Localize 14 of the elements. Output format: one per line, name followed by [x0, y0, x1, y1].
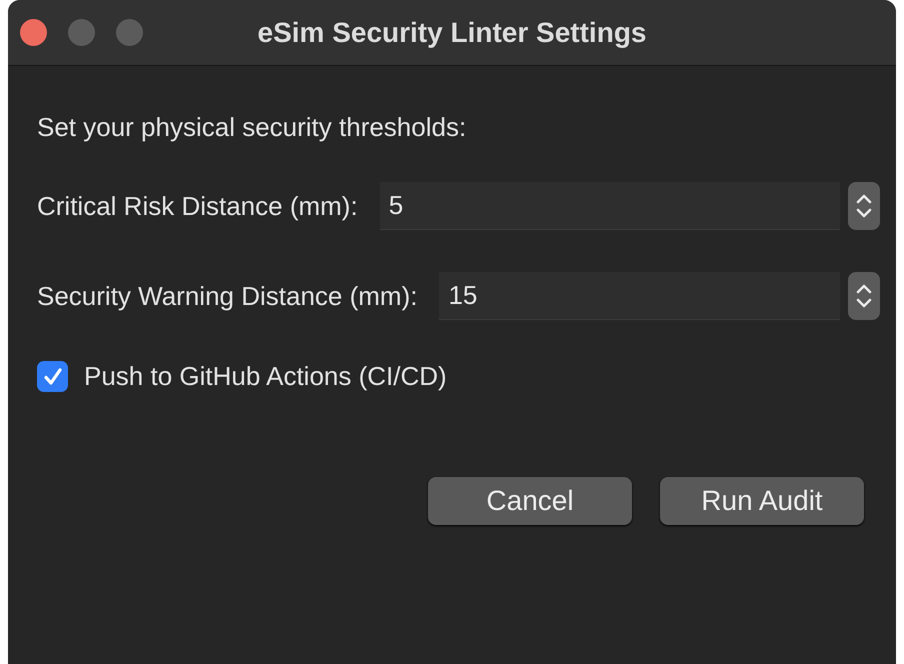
dialog-button[interactable]: Cancel [428, 477, 632, 525]
dialog-button[interactable]: Run Audit [660, 477, 864, 525]
stepper-button[interactable] [848, 182, 880, 230]
field-label: Security Warning Distance (mm): [37, 280, 418, 312]
input-field[interactable]: 5 [380, 182, 840, 230]
window-title: eSim Security Linter Settings [258, 17, 646, 49]
close-button[interactable] [20, 19, 47, 46]
checkbox[interactable] [37, 361, 68, 392]
prompt-text: Set your physical security thresholds: [37, 112, 466, 143]
input-field[interactable]: 15 [439, 272, 840, 320]
checkbox-label: Push to GitHub Actions (CI/CD) [84, 361, 447, 392]
check-icon [42, 366, 64, 388]
stepper-button[interactable] [848, 272, 880, 320]
field-label: Critical Risk Distance (mm): [37, 190, 358, 222]
